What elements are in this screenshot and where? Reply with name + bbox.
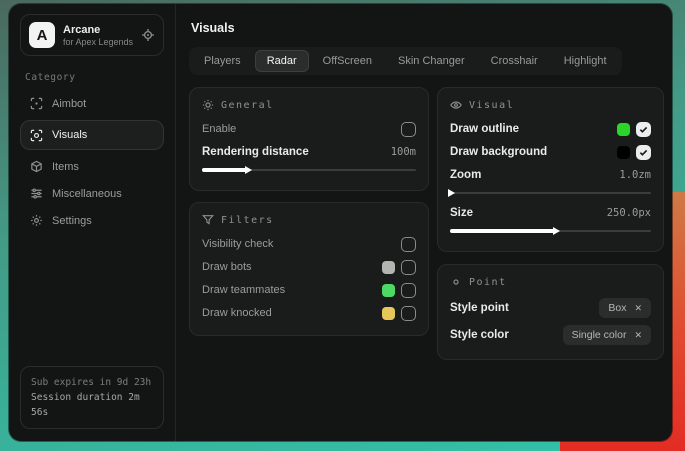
panel-title: Point [469, 277, 507, 288]
tab-crosshair[interactable]: Crosshair [479, 50, 550, 72]
sidebar-item-items[interactable]: Items [20, 153, 164, 180]
draw-background-checkbox[interactable] [636, 145, 651, 160]
visibility-check-checkbox[interactable] [401, 237, 416, 252]
sidebar-item-label: Aimbot [52, 98, 86, 110]
draw-background-row: Draw background [450, 141, 651, 163]
slider-thumb[interactable] [553, 227, 560, 235]
panel-title: Filters [221, 215, 274, 226]
app-name: Arcane [63, 24, 133, 36]
target-icon[interactable] [141, 28, 155, 42]
draw-outline-row: Draw outline [450, 118, 651, 140]
draw-knocked-checkbox[interactable] [401, 306, 416, 321]
size-row: Size 250.0px [450, 202, 651, 224]
category-label: Category [25, 72, 159, 83]
rendering-distance-row: Rendering distance 100m [202, 141, 416, 163]
gear-icon [30, 214, 43, 227]
panel-title: General [221, 100, 274, 111]
funnel-icon [202, 214, 214, 226]
style-color-row: Style color Single color ✕ [450, 322, 651, 348]
style-point-row: Style point Box ✕ [450, 295, 651, 321]
draw-knocked-label: Draw knocked [202, 307, 272, 319]
sub-expires-text: Sub expires in 9d 23h [31, 375, 153, 390]
slider-thumb[interactable] [245, 166, 252, 174]
style-point-label: Style point [450, 302, 509, 314]
sidebar-item-visuals[interactable]: Visuals [20, 120, 164, 150]
draw-knocked-row: Draw knocked [202, 302, 416, 324]
draw-outline-color-swatch[interactable] [617, 123, 630, 136]
zoom-row: Zoom 1.0zm [450, 164, 651, 186]
rendering-distance-label: Rendering distance [202, 146, 309, 158]
eye-scan-icon [30, 129, 43, 142]
rendering-distance-slider[interactable] [202, 165, 416, 175]
enable-label: Enable [202, 123, 236, 135]
visuals-tabbar: Players Radar OffScreen Skin Changer Cro… [189, 47, 622, 75]
clear-icon[interactable]: ✕ [634, 303, 642, 314]
panel-title: Visual [469, 100, 514, 111]
style-color-value: Single color [572, 329, 627, 341]
draw-teammates-checkbox[interactable] [401, 283, 416, 298]
slider-thumb[interactable] [448, 189, 455, 197]
app-subtitle: for Apex Legends [63, 37, 133, 47]
zoom-slider[interactable] [450, 188, 651, 198]
draw-teammates-row: Draw teammates [202, 279, 416, 301]
sidebar-item-miscellaneous[interactable]: Miscellaneous [20, 180, 164, 207]
sun-icon [202, 99, 214, 111]
page-title: Visuals [191, 21, 664, 35]
sidebar-item-label: Items [52, 161, 79, 173]
visibility-check-row: Visibility check [202, 233, 416, 255]
style-point-select[interactable]: Box ✕ [599, 298, 651, 318]
cube-icon [30, 160, 43, 173]
size-value: 250.0px [607, 207, 651, 219]
draw-teammates-color-swatch[interactable] [382, 284, 395, 297]
tab-offscreen[interactable]: OffScreen [311, 50, 384, 72]
eye-icon [450, 99, 462, 111]
draw-knocked-color-swatch[interactable] [382, 307, 395, 320]
sliders-icon [30, 187, 43, 200]
sidebar-item-label: Visuals [52, 129, 87, 141]
app-window: A Arcane for Apex Legends Category Aimbo [9, 4, 672, 441]
style-point-value: Box [608, 302, 626, 314]
point-icon [450, 276, 462, 288]
visibility-check-label: Visibility check [202, 238, 273, 250]
sidebar-item-label: Miscellaneous [52, 188, 122, 200]
draw-teammates-label: Draw teammates [202, 284, 285, 296]
sidebar-item-aimbot[interactable]: Aimbot [20, 90, 164, 117]
sidebar-item-settings[interactable]: Settings [20, 207, 164, 234]
sidebar: A Arcane for Apex Legends Category Aimbo [9, 4, 176, 441]
draw-bots-row: Draw bots [202, 256, 416, 278]
general-panel: General Enable Rendering distance 100m [189, 87, 429, 191]
zoom-label: Zoom [450, 169, 481, 181]
draw-outline-checkbox[interactable] [636, 122, 651, 137]
app-logo: A [29, 22, 55, 48]
draw-background-color-swatch[interactable] [617, 146, 630, 159]
clear-icon[interactable]: ✕ [634, 330, 642, 341]
size-slider[interactable] [450, 226, 651, 236]
session-duration-text: Session duration 2m 56s [31, 390, 153, 420]
tab-highlight[interactable]: Highlight [552, 50, 619, 72]
subscription-status: Sub expires in 9d 23h Session duration 2… [20, 366, 164, 429]
draw-bots-color-swatch[interactable] [382, 261, 395, 274]
crosshair-icon [30, 97, 43, 110]
draw-outline-label: Draw outline [450, 123, 519, 135]
size-label: Size [450, 207, 473, 219]
enable-checkbox[interactable] [401, 122, 416, 137]
app-header: A Arcane for Apex Legends [20, 14, 164, 56]
visual-panel: Visual Draw outline Draw background [437, 87, 664, 252]
style-color-select[interactable]: Single color ✕ [563, 325, 651, 345]
draw-bots-checkbox[interactable] [401, 260, 416, 275]
draw-background-label: Draw background [450, 146, 547, 158]
tab-players[interactable]: Players [192, 50, 253, 72]
sidebar-item-label: Settings [52, 215, 92, 227]
tab-radar[interactable]: Radar [255, 50, 309, 72]
rendering-distance-value: 100m [391, 146, 416, 158]
point-panel: Point Style point Box ✕ Style color Sing… [437, 264, 664, 360]
tab-skin-changer[interactable]: Skin Changer [386, 50, 477, 72]
style-color-label: Style color [450, 329, 509, 341]
filters-panel: Filters Visibility check Draw bots [189, 202, 429, 336]
zoom-value: 1.0zm [619, 169, 651, 181]
draw-bots-label: Draw bots [202, 261, 252, 273]
enable-row: Enable [202, 118, 416, 140]
main-content: Visuals Players Radar OffScreen Skin Cha… [176, 4, 672, 441]
